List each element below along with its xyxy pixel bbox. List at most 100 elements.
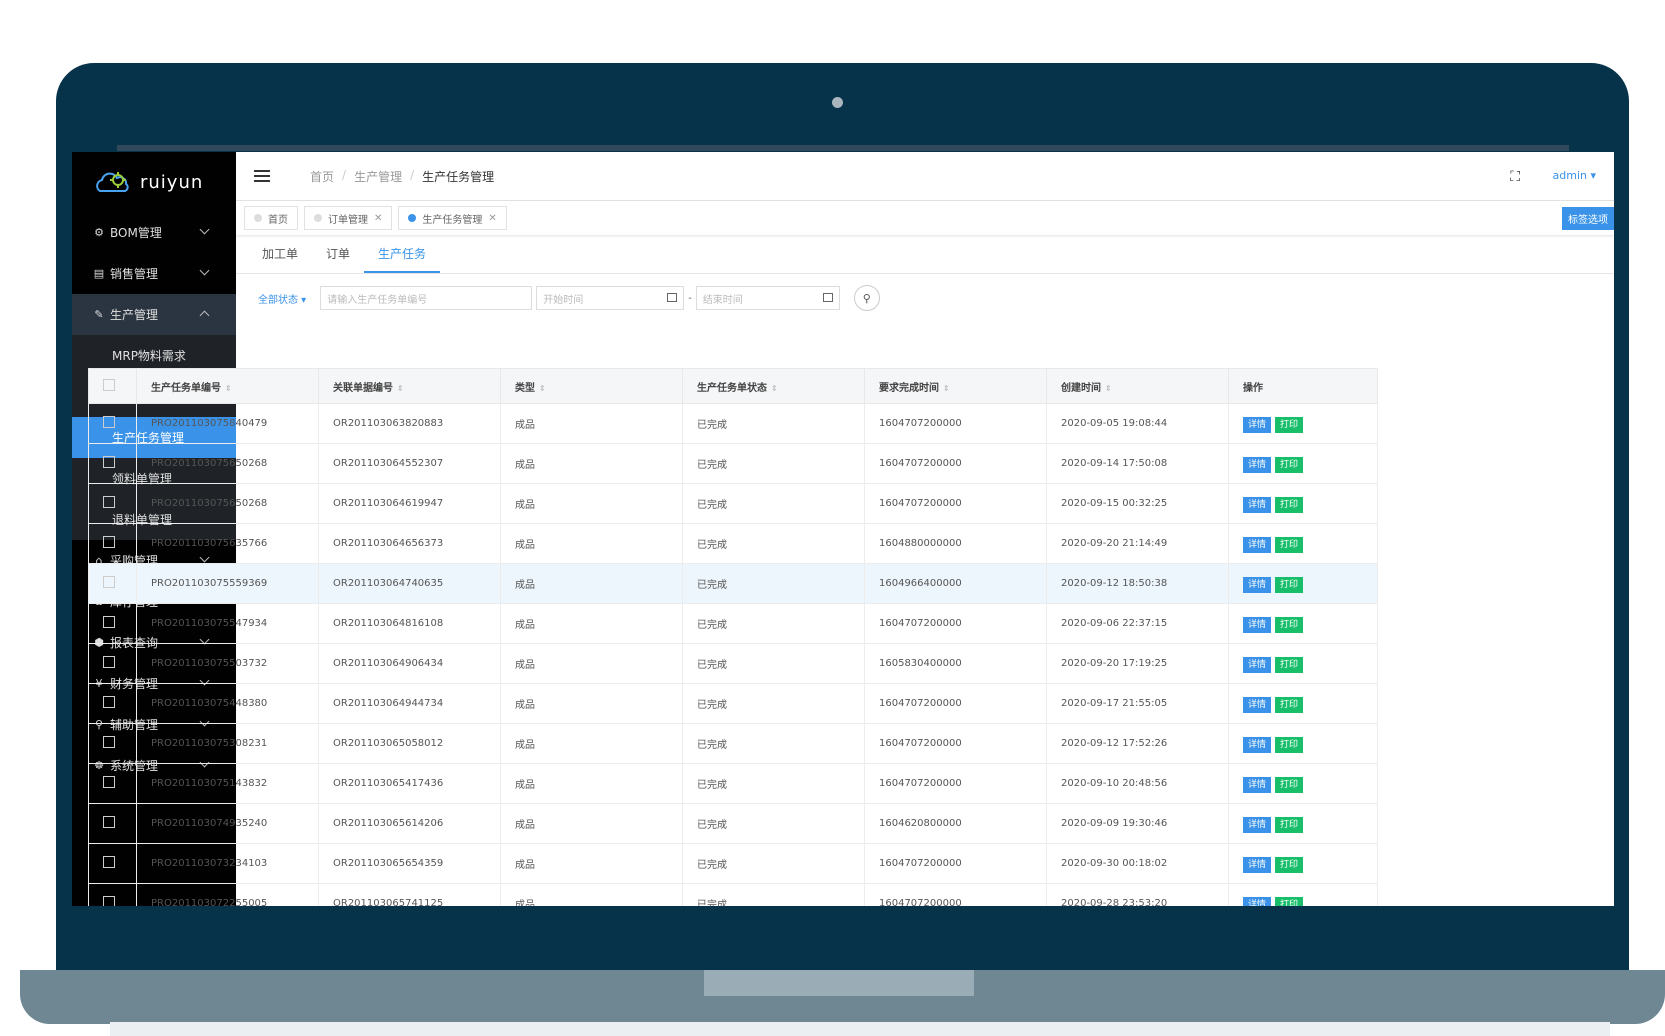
detail-button[interactable]: 详情	[1243, 737, 1272, 753]
row-checkbox[interactable]	[103, 576, 115, 588]
table-row[interactable]: PRO201103075308231 OR201103065058012 成品 已完成…	[88, 723, 1378, 764]
print-button[interactable]: 打印	[1275, 657, 1304, 673]
detail-button[interactable]: 详情	[1243, 697, 1272, 713]
detail-button[interactable]: 详情	[1243, 537, 1272, 553]
print-button[interactable]: 打印	[1275, 617, 1304, 633]
table-row[interactable]: PRO201103075650268 OR201103064619947 成品 已完成…	[88, 483, 1378, 524]
row-checkbox[interactable]	[103, 496, 115, 508]
detail-button[interactable]: 详情	[1243, 857, 1272, 873]
row-checkbox[interactable]	[103, 616, 115, 628]
print-button[interactable]: 打印	[1275, 417, 1304, 433]
end-date-input[interactable]: 结束时间	[695, 286, 840, 310]
sidebar-item-0[interactable]: ⚙ BOM管理	[72, 212, 236, 253]
print-button[interactable]: 打印	[1275, 897, 1304, 906]
row-checkbox[interactable]	[103, 856, 115, 868]
print-button[interactable]: 打印	[1275, 457, 1304, 473]
print-button[interactable]: 打印	[1275, 777, 1304, 793]
search-button[interactable]: ⚲	[853, 285, 880, 311]
select-all-cell	[88, 368, 137, 404]
tab-processing[interactable]: 加工单	[248, 241, 312, 273]
actions-cell: 详情 打印	[1228, 483, 1378, 524]
row-checkbox[interactable]	[103, 456, 115, 468]
related-no-cell: OR201103065741125	[318, 883, 501, 906]
print-button[interactable]: 打印	[1275, 697, 1304, 713]
print-button[interactable]: 打印	[1275, 817, 1304, 833]
close-icon[interactable]: ✕	[374, 213, 382, 224]
table-row[interactable]: PRO201103075143832 OR201103065417436 成品 已完成…	[88, 763, 1378, 804]
table-row[interactable]: PRO201103072255005 OR201103065741125 成品 已完成…	[88, 883, 1378, 906]
table-row[interactable]: PRO201103075559369 OR201103064740635 成品 已完成…	[88, 563, 1378, 604]
detail-button[interactable]: 详情	[1243, 777, 1272, 793]
row-checkbox[interactable]	[103, 896, 115, 906]
start-date-input[interactable]: 开始时间	[536, 286, 685, 310]
created-time-cell: 2020-09-06 22:37:15	[1046, 603, 1229, 644]
hamburger-icon[interactable]	[254, 167, 270, 185]
sidebar-item-2[interactable]: ✎ 生产管理	[72, 294, 236, 335]
print-button[interactable]: 打印	[1275, 577, 1304, 593]
tag-options-button[interactable]: 标签选项	[1562, 207, 1614, 230]
close-icon[interactable]: ✕	[488, 213, 496, 224]
col-task-no[interactable]: 生产任务单编号 ⇕	[136, 368, 319, 404]
breadcrumb-home[interactable]: 首页	[310, 168, 334, 185]
detail-button[interactable]: 详情	[1243, 617, 1272, 633]
status-cell: 已完成	[682, 843, 865, 884]
tag-home[interactable]: 首页	[244, 206, 298, 230]
tab-orders[interactable]: 订单	[312, 241, 364, 273]
col-created-time[interactable]: 创建时间 ⇕	[1046, 368, 1229, 404]
tag-orders[interactable]: 订单管理 ✕	[304, 206, 393, 230]
actions-cell: 详情 打印	[1228, 643, 1378, 684]
detail-button[interactable]: 详情	[1243, 657, 1272, 673]
table-row[interactable]: PRO201103075503732 OR201103064906434 成品 已完成…	[88, 643, 1378, 684]
table-row[interactable]: PRO201103075840479 OR201103063820883 成品 已完成…	[88, 403, 1378, 444]
print-button[interactable]: 打印	[1275, 497, 1304, 513]
due-time-cell: 1604707200000	[864, 603, 1047, 644]
print-button[interactable]: 打印	[1275, 737, 1304, 753]
related-no-cell: OR201103065614206	[318, 803, 501, 844]
date-separator: -	[688, 292, 692, 304]
row-select-cell	[88, 643, 137, 684]
detail-button[interactable]: 详情	[1243, 457, 1272, 473]
search-input[interactable]: 请输入生产任务单编号	[320, 286, 533, 310]
tag-production-task[interactable]: 生产任务管理 ✕	[398, 206, 507, 230]
print-button[interactable]: 打印	[1275, 857, 1304, 873]
col-status[interactable]: 生产任务单状态 ⇕	[682, 368, 865, 404]
type-cell: 成品	[500, 803, 683, 844]
table-row[interactable]: PRO201103075448380 OR201103064944734 成品 已完成…	[88, 683, 1378, 724]
col-due-time[interactable]: 要求完成时间 ⇕	[864, 368, 1047, 404]
row-checkbox[interactable]	[103, 696, 115, 708]
table-row[interactable]: PRO201103074935240 OR201103065614206 成品 已完成…	[88, 803, 1378, 844]
col-related-no[interactable]: 关联单据编号 ⇕	[318, 368, 501, 404]
related-no-cell: OR201103064552307	[318, 443, 501, 484]
sidebar-item-1[interactable]: ▤ 销售管理	[72, 253, 236, 294]
due-time-cell: 1604707200000	[864, 443, 1047, 484]
tag-dot-icon	[254, 214, 262, 222]
table-row[interactable]: PRO201103075635766 OR201103064656373 成品 已完成…	[88, 523, 1378, 564]
detail-button[interactable]: 详情	[1243, 417, 1272, 433]
row-checkbox[interactable]	[103, 416, 115, 428]
print-button[interactable]: 打印	[1275, 537, 1304, 553]
row-checkbox[interactable]	[103, 536, 115, 548]
row-checkbox[interactable]	[103, 816, 115, 828]
tag-label: 订单管理	[328, 214, 368, 226]
app-screen: ruiyun ⚙BOM管理▤销售管理✎生产管理MRP物料需求加工单管理生产任务管…	[72, 152, 1614, 906]
status-select[interactable]: 全部状态 ▾	[258, 291, 306, 306]
row-select-cell	[88, 403, 137, 444]
row-checkbox[interactable]	[103, 656, 115, 668]
detail-button[interactable]: 详情	[1243, 577, 1272, 593]
table-row[interactable]: PRO201103073234103 OR201103065654359 成品 已完成…	[88, 843, 1378, 884]
table-row[interactable]: PRO201103075650268 OR201103064552307 成品 已完成…	[88, 443, 1378, 484]
fullscreen-icon[interactable]: ⛶	[1510, 169, 1520, 185]
select-all-checkbox[interactable]	[103, 378, 115, 391]
row-checkbox[interactable]	[103, 776, 115, 788]
breadcrumb-production[interactable]: 生产管理	[354, 168, 402, 185]
detail-button[interactable]: 详情	[1243, 817, 1272, 833]
detail-button[interactable]: 详情	[1243, 897, 1272, 906]
tab-production-task[interactable]: 生产任务	[364, 241, 441, 273]
user-menu[interactable]: admin ▾	[1553, 169, 1597, 182]
row-checkbox[interactable]	[103, 736, 115, 748]
actions-cell: 详情 打印	[1228, 803, 1378, 844]
table-row[interactable]: PRO201103075547934 OR201103064816108 成品 已完成…	[88, 603, 1378, 644]
detail-button[interactable]: 详情	[1243, 497, 1272, 513]
col-type[interactable]: 类型 ⇕	[500, 368, 683, 404]
status-cell: 已完成	[682, 803, 865, 844]
